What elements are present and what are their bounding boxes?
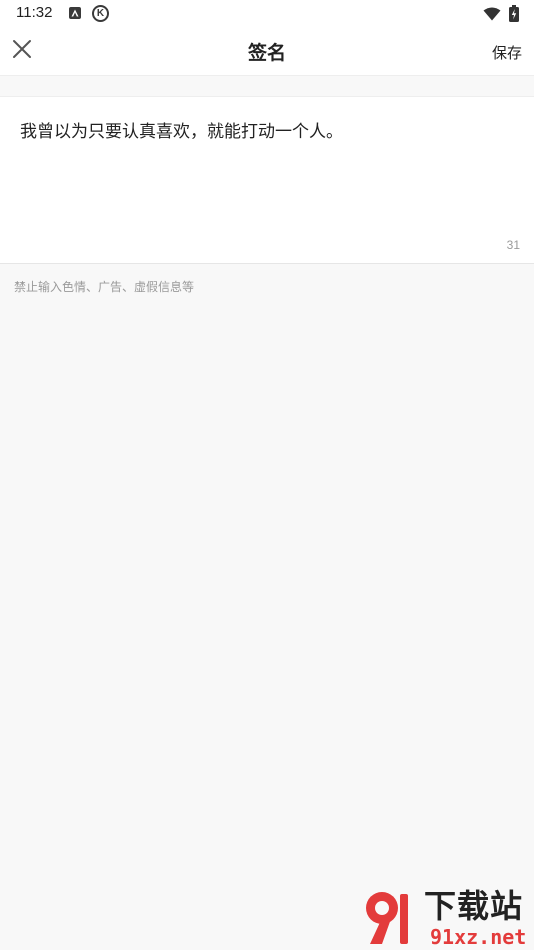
signature-editor: 我曾以为只要认真喜欢，就能打动一个人。 31 xyxy=(0,96,534,264)
status-time: 11:32 xyxy=(16,4,53,21)
signature-edit-screen: 11:32 K 签名 保存 我曾以为只要认真喜欢，就能打动一个人。 31 禁止输… xyxy=(0,0,534,950)
app-header: 签名 保存 xyxy=(0,28,534,76)
save-button[interactable]: 保存 xyxy=(492,42,522,63)
watermark-domain: 91xz.net xyxy=(430,925,527,949)
wifi-icon xyxy=(483,6,501,25)
k-circle-icon: K xyxy=(92,5,109,22)
section-divider xyxy=(0,76,534,96)
input-hint: 禁止输入色情、广告、虚假信息等 xyxy=(14,280,195,294)
battery-charging-icon xyxy=(509,5,519,26)
char-count: 31 xyxy=(506,238,520,252)
app-a-icon xyxy=(69,7,81,19)
watermark-brand: 下载站 xyxy=(424,887,524,925)
watermark-logo: 下载站 91xz.net xyxy=(362,886,534,950)
page-title: 签名 xyxy=(247,42,286,64)
status-bar: 11:32 K xyxy=(0,0,534,28)
signature-input[interactable]: 我曾以为只要认真喜欢，就能打动一个人。 xyxy=(20,119,514,229)
